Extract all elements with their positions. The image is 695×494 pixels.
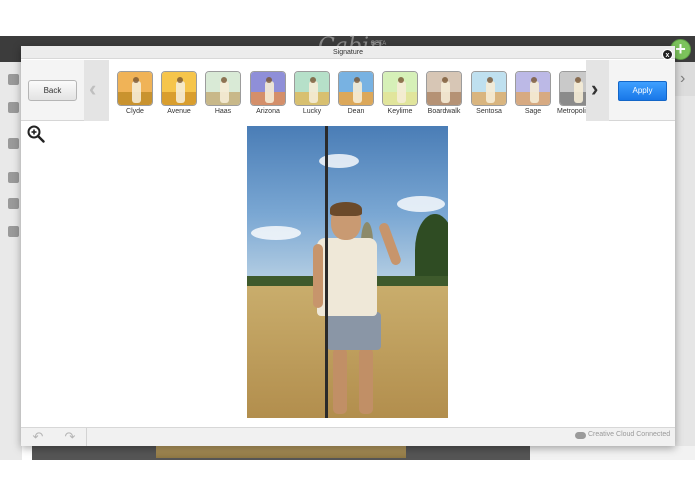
close-button[interactable]: x <box>662 49 673 60</box>
photo-cloud <box>397 196 445 212</box>
photos-icon[interactable] <box>8 74 19 85</box>
chevron-left-icon[interactable]: ‹ <box>89 76 96 102</box>
people-icon[interactable] <box>8 102 19 113</box>
filter-label: Sage <box>524 108 542 115</box>
help-icon[interactable] <box>8 198 19 209</box>
footer-divider <box>86 428 87 446</box>
filter-thumbnail[interactable] <box>426 71 462 106</box>
redo-icon[interactable]: ↷ <box>60 429 80 445</box>
app-right-panel <box>674 62 695 460</box>
filter-thumbnail[interactable] <box>338 71 374 106</box>
filter-label: Sentosa <box>476 108 502 115</box>
photo-cloud <box>251 226 301 240</box>
filter-item[interactable]: Metropolis <box>557 71 586 115</box>
creative-cloud-status: Creative Cloud Connected <box>588 431 671 438</box>
filter-item[interactable]: Arizona <box>248 71 288 115</box>
filter-label: Arizona <box>256 108 280 115</box>
photo-shorts <box>327 312 381 350</box>
filter-label: Boardwalk <box>427 108 461 115</box>
filter-thumbnail[interactable] <box>117 71 153 106</box>
filter-label: Avenue <box>167 108 191 115</box>
filter-thumbnail[interactable] <box>250 71 286 106</box>
filter-label: Lucky <box>302 108 322 115</box>
zoom-in-icon[interactable] <box>27 125 45 143</box>
photo-hair <box>330 202 362 216</box>
filter-label: Clyde <box>126 108 144 115</box>
filter-item[interactable]: Avenue <box>159 71 199 115</box>
app-bottom-right <box>530 446 695 460</box>
export-icon[interactable] <box>8 226 19 237</box>
photo-fishing-rod <box>325 126 328 418</box>
panel-expand-icon[interactable]: › <box>680 70 685 88</box>
settings-icon[interactable] <box>8 172 19 183</box>
photo-leg <box>333 348 347 414</box>
photo-arm <box>313 244 323 308</box>
filter-item[interactable]: Dean <box>336 71 376 115</box>
filter-thumbnail[interactable] <box>559 71 586 106</box>
photo-leg <box>359 348 373 414</box>
app-window: Cabin BETA › + Signature x Back ‹ › Appl… <box>0 0 695 494</box>
filter-label: Dean <box>347 108 365 115</box>
filter-thumbnail[interactable] <box>471 71 507 106</box>
filter-thumbnail[interactable] <box>515 71 551 106</box>
chevron-right-icon[interactable]: › <box>591 76 598 102</box>
filter-thumbnail[interactable] <box>294 71 330 106</box>
filter-thumbnail[interactable] <box>205 71 241 106</box>
filter-label: Keylime <box>387 108 413 115</box>
filter-item[interactable]: Keylime <box>380 71 420 115</box>
filter-label: Haas <box>214 108 232 115</box>
prev-zone <box>84 60 109 121</box>
dialog-title: Signature <box>21 46 675 59</box>
filter-item[interactable]: Sentosa <box>469 71 509 115</box>
filter-item[interactable]: Clyde <box>115 71 155 115</box>
filter-thumbnail[interactable] <box>161 71 197 106</box>
undo-icon[interactable]: ↶ <box>28 429 48 445</box>
filter-label: Metropolis <box>557 108 586 115</box>
filter-thumbnail[interactable] <box>382 71 418 106</box>
back-button[interactable]: Back <box>28 80 77 101</box>
cloud-icon <box>575 432 586 439</box>
background-photo <box>156 446 406 458</box>
filter-item[interactable]: Haas <box>203 71 243 115</box>
filter-item[interactable]: Boardwalk <box>424 71 464 115</box>
filter-item[interactable]: Sage <box>513 71 553 115</box>
notifications-icon[interactable] <box>8 138 19 149</box>
filter-item[interactable]: Lucky <box>292 71 332 115</box>
app-sidebar <box>0 62 22 460</box>
apply-button[interactable]: Apply <box>618 81 667 101</box>
photo-preview <box>247 126 448 418</box>
